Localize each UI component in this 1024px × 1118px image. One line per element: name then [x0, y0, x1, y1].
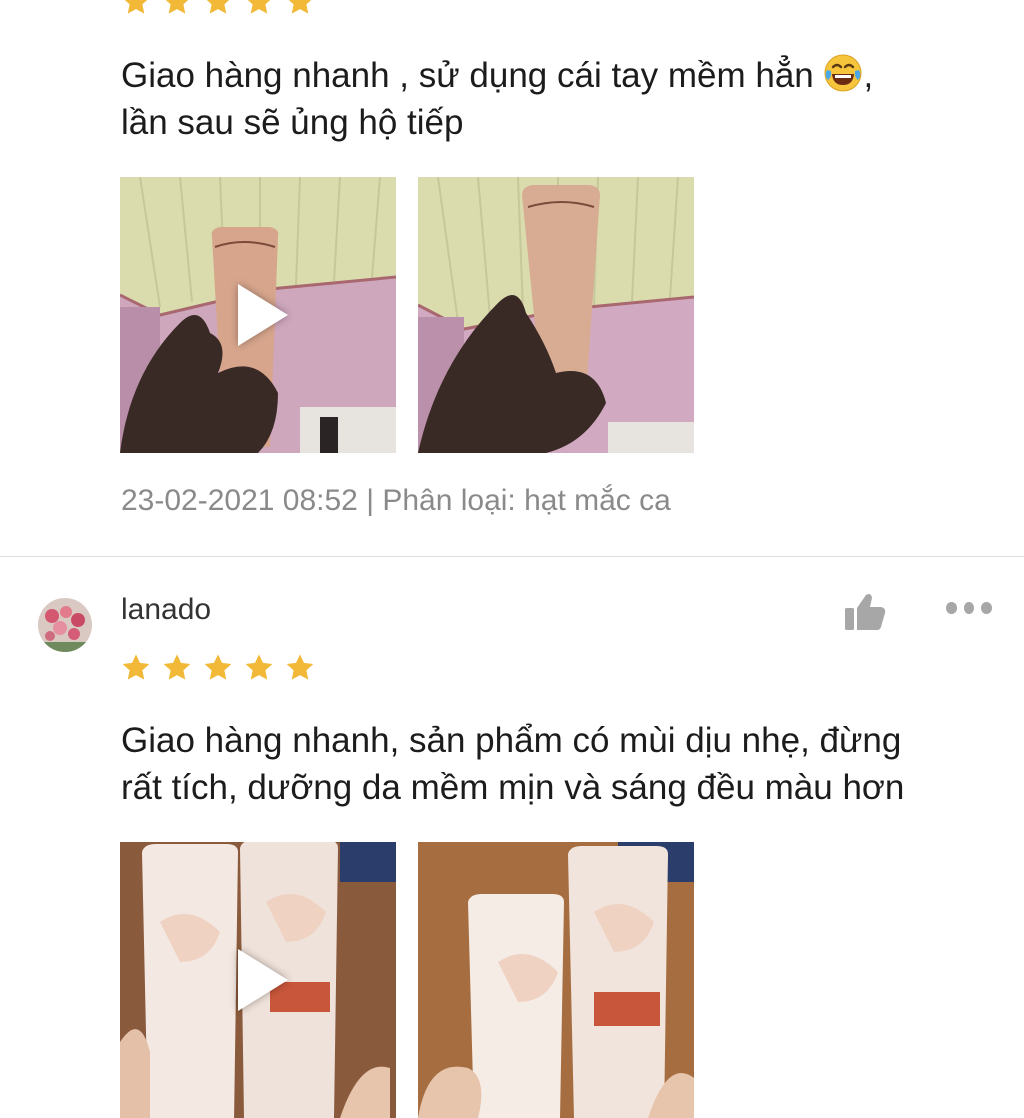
review-text-comma: ,	[863, 56, 874, 95]
avatar[interactable]	[38, 598, 92, 652]
review-photo-thumbnail[interactable]	[418, 177, 694, 453]
more-dots-icon[interactable]	[946, 602, 993, 616]
star-icon	[243, 652, 275, 684]
laughing-emoji-icon	[823, 53, 863, 93]
star-icon	[120, 0, 152, 18]
review-text-line: rất tích, dưỡng da mềm mịn và sáng đều m…	[121, 768, 905, 807]
star-icon	[243, 0, 275, 18]
review-photo-thumbnail[interactable]	[418, 842, 694, 1118]
star-icon	[284, 652, 316, 684]
play-icon	[238, 949, 288, 1011]
review-video-thumbnail[interactable]	[120, 177, 396, 453]
star-rating	[120, 0, 316, 18]
review-text-line: Giao hàng nhanh, sản phẩm có mùi dịu nhẹ…	[121, 721, 902, 760]
star-icon	[284, 0, 316, 18]
thumbs-up-icon[interactable]	[843, 592, 887, 632]
star-icon	[202, 0, 234, 18]
star-icon	[161, 0, 193, 18]
star-rating	[120, 652, 316, 684]
review-text: Giao hàng nhanh , sử dụng cái tay mềm hẳ…	[121, 52, 1001, 146]
play-icon	[238, 284, 288, 346]
review-card: Giao hàng nhanh , sử dụng cái tay mềm hẳ…	[0, 0, 1024, 556]
review-video-thumbnail[interactable]	[120, 842, 396, 1118]
star-icon	[120, 652, 152, 684]
review-text-line: lần sau sẽ ủng hộ tiếp	[121, 103, 464, 142]
review-card: lanado Giao hàng nhanh, sản phẩm có mùi …	[0, 557, 1024, 1118]
review-text: Giao hàng nhanh, sản phẩm có mùi dịu nhẹ…	[121, 717, 1001, 811]
reviewer-username[interactable]: lanado	[121, 593, 211, 627]
review-meta: 23-02-2021 08:52 | Phân loại: hạt mắc ca	[121, 484, 671, 517]
review-text-line: Giao hàng nhanh , sử dụng cái tay mềm hẳ…	[121, 56, 824, 95]
star-icon	[202, 652, 234, 684]
star-icon	[161, 652, 193, 684]
